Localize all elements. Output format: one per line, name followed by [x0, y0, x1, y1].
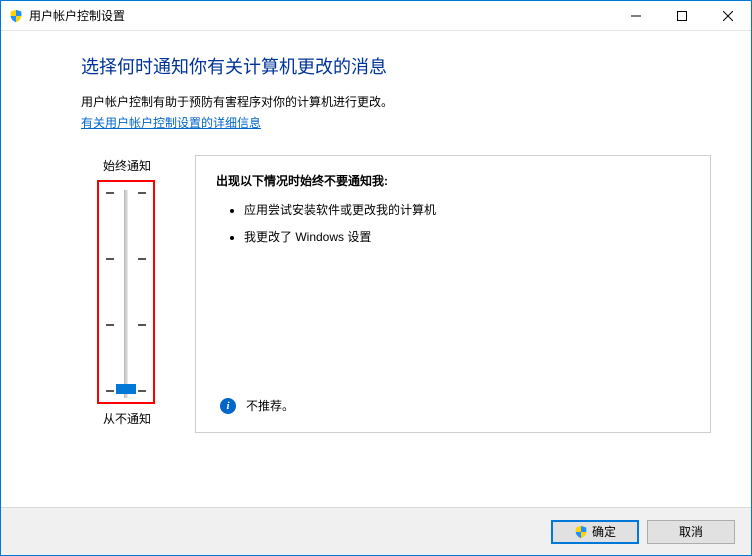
minimize-button[interactable] — [613, 1, 659, 30]
page-heading: 选择何时通知你有关计算机更改的消息 — [81, 53, 711, 79]
footer: 确定 取消 — [1, 507, 751, 555]
maximize-button[interactable] — [659, 1, 705, 30]
tick-mark — [138, 324, 146, 326]
cancel-button-label: 取消 — [679, 523, 703, 540]
tick-col-right — [137, 188, 147, 396]
shield-icon — [9, 9, 23, 23]
shield-icon — [574, 525, 588, 539]
window-controls — [613, 1, 751, 30]
ok-button-label: 确定 — [592, 523, 616, 540]
tick-col-left — [105, 188, 115, 396]
tick-mark — [106, 324, 114, 326]
titlebar: 用户帐户控制设置 — [1, 1, 751, 31]
info-list: 应用尝试安装软件或更改我的计算机 我更改了 Windows 设置 — [216, 201, 690, 245]
info-list-item: 应用尝试安装软件或更改我的计算机 — [244, 201, 690, 218]
info-panel: 出现以下情况时始终不要通知我: 应用尝试安装软件或更改我的计算机 我更改了 Wi… — [195, 155, 711, 433]
window-title: 用户帐户控制设置 — [29, 7, 613, 24]
content-area: 选择何时通知你有关计算机更改的消息 用户帐户控制有助于预防有害程序对你的计算机进… — [1, 31, 751, 507]
info-icon: i — [220, 398, 236, 414]
notification-slider[interactable] — [97, 180, 155, 404]
close-button[interactable] — [705, 1, 751, 30]
tick-mark — [138, 390, 146, 392]
details-link[interactable]: 有关用户帐户控制设置的详细信息 — [81, 114, 261, 131]
uac-settings-window: 用户帐户控制设置 选择何时通知你有关计算机更改的消息 用户帐户控制有助于预防有害… — [0, 0, 752, 556]
info-panel-title: 出现以下情况时始终不要通知我: — [216, 172, 690, 189]
body-row: 始终通知 — [81, 155, 711, 433]
ok-button[interactable]: 确定 — [551, 520, 639, 544]
page-description: 用户帐户控制有助于预防有害程序对你的计算机进行更改。 — [81, 93, 711, 110]
slider-label-always: 始终通知 — [81, 157, 151, 174]
tick-mark — [106, 192, 114, 194]
tick-mark — [138, 258, 146, 260]
recommendation-text: 不推荐。 — [246, 397, 294, 414]
cancel-button[interactable]: 取消 — [647, 520, 735, 544]
tick-mark — [106, 258, 114, 260]
tick-mark — [106, 390, 114, 392]
recommendation-row: i 不推荐。 — [220, 397, 294, 414]
slider-track — [124, 190, 128, 398]
slider-track-col — [115, 188, 137, 396]
info-list-item: 我更改了 Windows 设置 — [244, 228, 690, 245]
slider-column: 始终通知 — [81, 155, 171, 433]
slider-thumb[interactable] — [116, 384, 136, 394]
slider-label-never: 从不通知 — [81, 410, 151, 427]
tick-mark — [138, 192, 146, 194]
